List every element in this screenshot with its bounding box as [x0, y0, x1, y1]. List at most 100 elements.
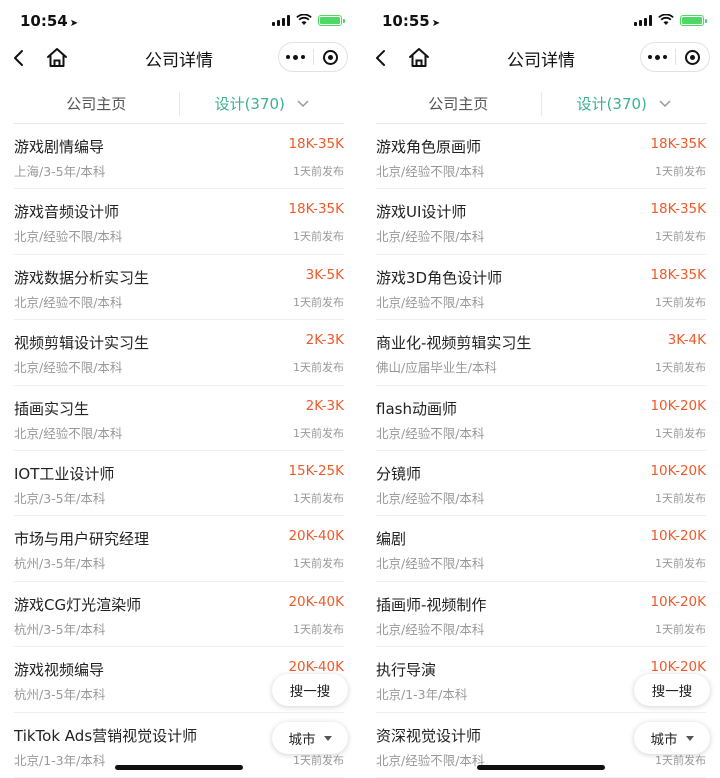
- tab-company-home[interactable]: 公司主页: [376, 92, 541, 116]
- battery-icon: [318, 14, 345, 26]
- job-posted: 1天前发布: [655, 557, 706, 571]
- status-time: 10:54 ➤: [20, 12, 79, 30]
- job-posted: 1天前发布: [655, 361, 706, 375]
- job-title: 插画师-视频制作: [376, 595, 487, 614]
- job-item[interactable]: 游戏3D角色设计师 18K-35K 北京/经验不限/本科 1天前发布: [376, 255, 706, 321]
- more-options-button[interactable]: [279, 43, 313, 71]
- wifi-icon: [658, 14, 674, 25]
- job-item[interactable]: 插画师-视频制作 10K-20K 北京/经验不限/本科 1天前发布: [376, 582, 706, 648]
- job-posted: 1天前发布: [655, 622, 706, 636]
- target-circle-icon: [684, 49, 700, 65]
- home-indicator[interactable]: [477, 765, 605, 770]
- job-title: 游戏UI设计师: [376, 203, 467, 222]
- status-bar: 10:54 ➤: [0, 0, 358, 40]
- back-icon[interactable]: [370, 44, 394, 72]
- job-item[interactable]: 分镜师 10K-20K 北京/经验不限/本科 1天前发布: [376, 451, 706, 517]
- tab-design-filter[interactable]: 设计(370): [540, 91, 707, 116]
- back-icon[interactable]: [8, 44, 32, 72]
- job-title: IOT工业设计师: [14, 464, 115, 483]
- job-posted: 1天前发布: [293, 491, 344, 505]
- job-title: 编剧: [376, 530, 407, 549]
- job-posted: 1天前发布: [655, 491, 706, 505]
- job-salary: 20K-40K: [288, 528, 344, 545]
- job-posted: 1天前发布: [293, 165, 344, 178]
- home-icon[interactable]: [44, 44, 70, 72]
- miniprogram-capsule: [640, 42, 710, 72]
- more-options-button[interactable]: [641, 43, 675, 71]
- job-item[interactable]: 游戏数据分析实习生 3K-5K 北京/经验不限/本科 1天前发布: [14, 255, 344, 321]
- job-salary: 18K-35K: [650, 266, 706, 283]
- job-meta: 北京/经验不限/本科: [376, 164, 485, 179]
- job-item[interactable]: 插画实习生 2K-3K 北京/经验不限/本科 1天前发布: [14, 386, 344, 451]
- job-title: 分镜师: [376, 464, 422, 483]
- job-title: 商业化-视频剪辑实习生: [376, 334, 532, 353]
- job-salary: 3K-4K: [667, 332, 706, 349]
- caret-down-icon: [323, 735, 332, 741]
- tab-company-home[interactable]: 公司主页: [14, 92, 179, 116]
- job-salary: 3K-5K: [305, 266, 344, 283]
- job-item[interactable]: 游戏CG灯光渲染师 20K-40K 杭州/3-5年/本科 1天前发布: [14, 582, 344, 648]
- job-title: 游戏3D角色设计师: [376, 268, 503, 287]
- job-title: 游戏视频编导: [14, 661, 105, 680]
- job-title: 市场与用户研究经理: [14, 530, 150, 549]
- job-posted: 1天前发布: [655, 230, 706, 244]
- close-miniprogram-button[interactable]: [314, 43, 348, 71]
- job-title: 视频剪辑设计实习生: [14, 334, 150, 353]
- job-salary: 10K-20K: [650, 462, 706, 479]
- tab-bar: 公司主页 设计(370): [14, 84, 344, 124]
- job-salary: 10K-20K: [650, 528, 706, 545]
- job-meta: 北京/经验不限/本科: [376, 556, 485, 572]
- job-posted: 1天前发布: [293, 361, 344, 375]
- job-posted: 1天前发布: [293, 557, 344, 571]
- job-item[interactable]: 编剧 10K-20K 北京/经验不限/本科 1天前发布: [376, 516, 706, 582]
- job-item[interactable]: 游戏UI设计师 18K-35K 北京/经验不限/本科 1天前发布: [376, 189, 706, 255]
- job-item[interactable]: 游戏剧情编导 18K-35K 上海/3-5年/本科 1天前发布: [14, 124, 344, 190]
- job-item[interactable]: 游戏角色原画师 18K-35K 北京/经验不限/本科 1天前发布: [376, 124, 706, 190]
- tab-bar: 公司主页 设计(370): [376, 84, 706, 124]
- job-salary: 10K-20K: [650, 593, 706, 610]
- job-meta: 北京/1-3年/本科: [14, 752, 106, 768]
- job-salary: 2K-3K: [305, 332, 344, 349]
- job-title: TikTok Ads营销视觉设计师: [14, 726, 198, 745]
- job-salary: 18K-35K: [288, 136, 344, 152]
- wifi-icon: [296, 14, 312, 25]
- job-meta: 北京/3-5年/本科: [14, 490, 106, 506]
- nav-bar: 公司详情: [0, 40, 358, 76]
- city-filter-label: 城市: [650, 732, 678, 748]
- home-indicator[interactable]: [115, 765, 243, 770]
- close-miniprogram-button[interactable]: [676, 43, 710, 71]
- tab-design-filter[interactable]: 设计(370): [178, 91, 345, 116]
- job-posted: 1天前发布: [293, 230, 344, 244]
- job-posted: 1天前发布: [655, 426, 706, 440]
- job-item[interactable]: 商业化-视频剪辑实习生 3K-4K 佛山/应届毕业生/本科 1天前发布: [376, 320, 706, 386]
- phone-screen-right: 10:55 ➤ 公司详情 公司主页 设计(370) 游戏角色原画师 18K-35K 北…: [362, 0, 720, 778]
- job-meta: 北京/经验不限/本科: [14, 294, 123, 310]
- battery-icon: [680, 14, 707, 26]
- job-item[interactable]: 市场与用户研究经理 20K-40K 杭州/3-5年/本科 1天前发布: [14, 516, 344, 582]
- cellular-signal-icon: [272, 14, 290, 26]
- job-salary: 10K-20K: [650, 659, 706, 676]
- job-item[interactable]: 游戏音频设计师 18K-35K 北京/经验不限/本科 1天前发布: [14, 189, 344, 255]
- search-button[interactable]: 搜一搜: [272, 674, 348, 706]
- job-item[interactable]: 视频剪辑设计实习生 2K-3K 北京/经验不限/本科 1天前发布: [14, 320, 344, 386]
- job-item[interactable]: IOT工业设计师 15K-25K 北京/3-5年/本科 1天前发布: [14, 451, 344, 517]
- job-meta: 佛山/应届毕业生/本科: [376, 360, 497, 376]
- search-button[interactable]: 搜一搜: [634, 674, 710, 706]
- phone-screen-left: 10:54 ➤ 公司详情 公司主页 设计(370) 游戏剧情编导 18K-35K 上海…: [0, 0, 358, 778]
- city-filter-button[interactable]: 城市: [272, 722, 348, 754]
- chevron-down-icon: [297, 99, 309, 107]
- job-meta: 北京/经验不限/本科: [376, 425, 485, 441]
- job-posted: 1天前发布: [655, 295, 706, 309]
- job-salary: 18K-35K: [650, 136, 706, 152]
- status-bar: 10:55 ➤: [362, 0, 720, 40]
- city-filter-button[interactable]: 城市: [634, 722, 710, 754]
- job-posted: 1天前发布: [293, 622, 344, 636]
- job-item[interactable]: flash动画师 10K-20K 北京/经验不限/本科 1天前发布: [376, 386, 706, 451]
- job-meta: 北京/经验不限/本科: [376, 621, 485, 637]
- job-meta: 北京/经验不限/本科: [14, 229, 123, 245]
- cellular-signal-icon: [634, 14, 652, 26]
- home-icon[interactable]: [406, 44, 432, 72]
- job-title: 执行导演: [376, 661, 437, 680]
- job-title: 游戏CG灯光渲染师: [14, 595, 142, 614]
- job-title: flash动画师: [376, 399, 457, 418]
